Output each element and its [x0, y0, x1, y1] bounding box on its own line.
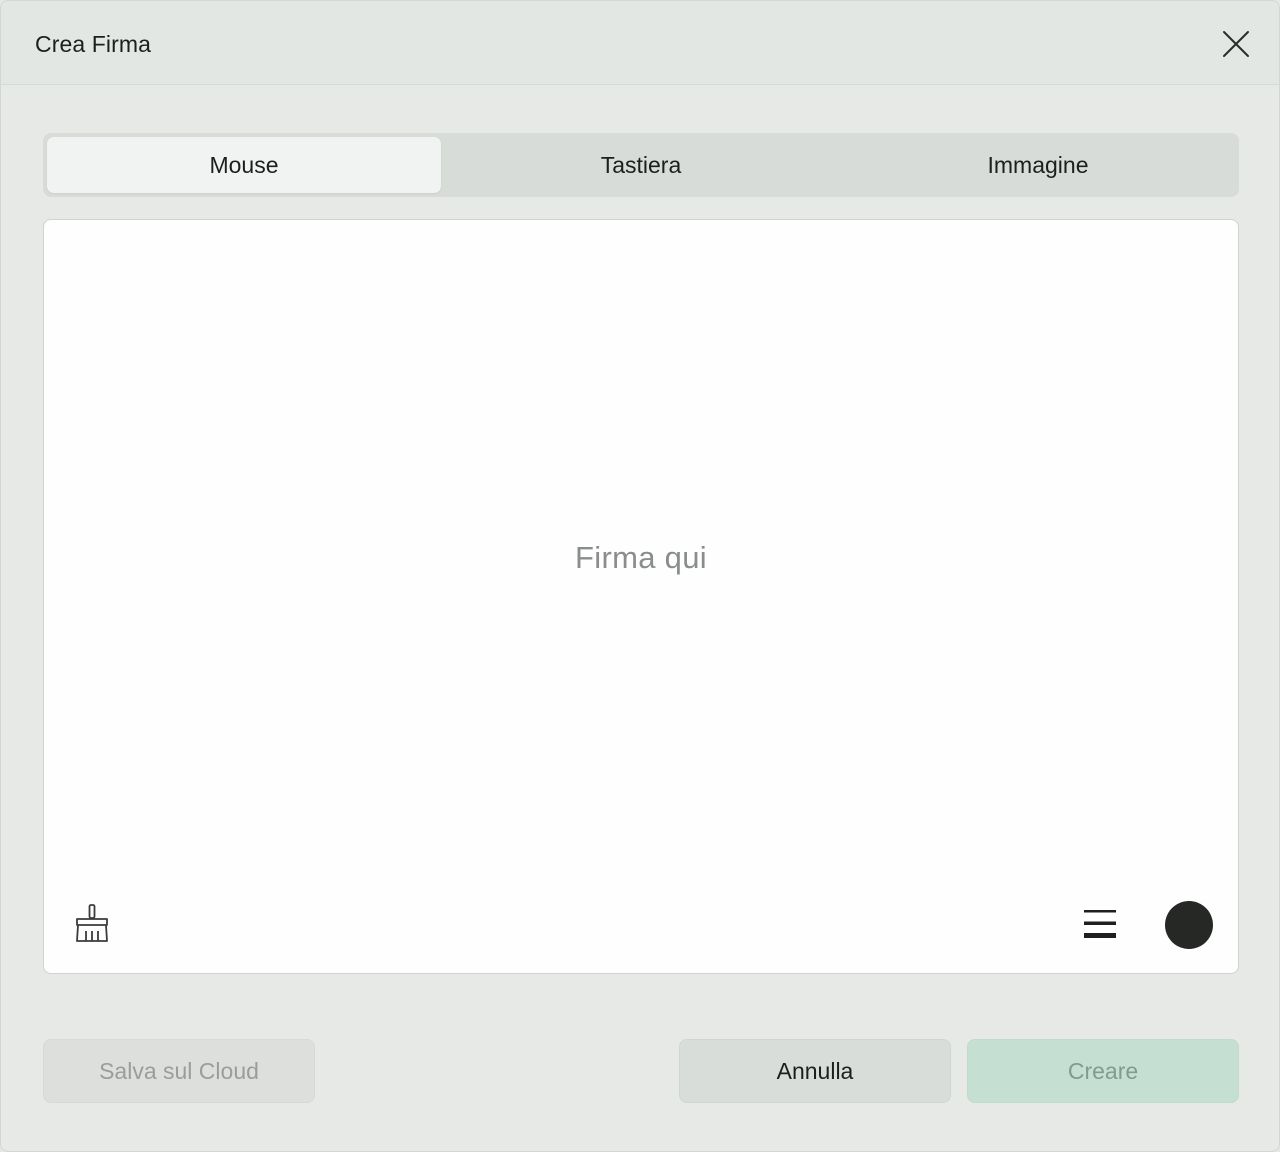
line-thickness-icon [1084, 910, 1116, 938]
clear-button[interactable] [70, 902, 114, 946]
create-button[interactable]: Creare [967, 1039, 1239, 1103]
signature-canvas[interactable]: Firma qui [43, 219, 1239, 974]
tab-mouse[interactable]: Mouse [47, 137, 441, 193]
tab-immagine-label: Immagine [987, 151, 1089, 178]
cancel-label: Annulla [776, 1057, 854, 1084]
save-to-cloud-label: Salva sul Cloud [99, 1057, 259, 1084]
close-button[interactable] [1217, 25, 1255, 63]
tab-tastiera-label: Tastiera [600, 151, 682, 178]
save-to-cloud-button[interactable]: Salva sul Cloud [43, 1039, 315, 1103]
tab-immagine[interactable]: Immagine [841, 137, 1235, 193]
create-label: Creare [1067, 1057, 1139, 1084]
dialog-title: Crea Firma [35, 31, 152, 57]
pen-color-picker[interactable] [1165, 901, 1213, 949]
close-icon [1223, 31, 1249, 57]
tab-tastiera[interactable]: Tastiera [444, 137, 838, 193]
title-bar: Crea Firma [1, 1, 1279, 85]
cancel-button[interactable]: Annulla [679, 1039, 951, 1103]
canvas-placeholder: Firma qui [575, 540, 707, 575]
tab-mouse-label: Mouse [209, 151, 279, 178]
input-mode-tabs: Mouse Tastiera Immagine [43, 133, 1239, 197]
create-signature-dialog: Crea Firma Mouse Tastiera Immagine Firma… [0, 0, 1280, 1152]
eraser-brush-icon [76, 904, 108, 942]
line-thickness-button[interactable] [1080, 904, 1120, 944]
